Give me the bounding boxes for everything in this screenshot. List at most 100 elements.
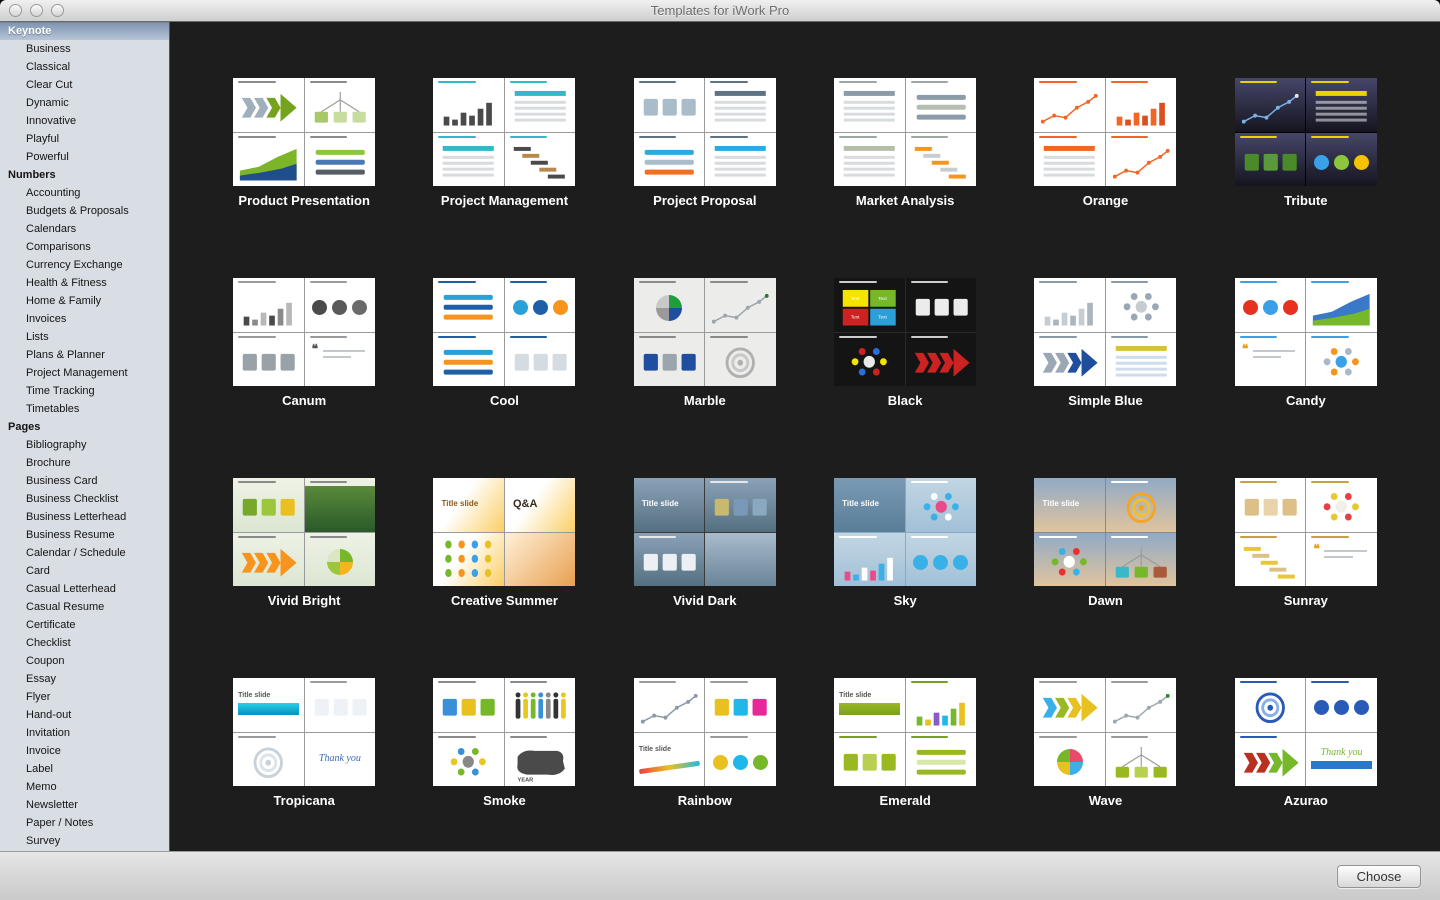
sidebar-item-newsletter[interactable]: Newsletter <box>0 796 169 814</box>
thumbnail-slide <box>1235 678 1306 732</box>
template-card-vivid-bright[interactable]: Vivid Bright <box>233 478 375 678</box>
template-card-orange[interactable]: Orange <box>1034 78 1176 278</box>
template-card-project-management[interactable]: Project Management <box>433 78 575 278</box>
sidebar-item-accounting[interactable]: Accounting <box>0 184 169 202</box>
window-title: Templates for iWork Pro <box>651 3 789 18</box>
thumbnail-slide <box>305 678 376 732</box>
sidebar-item-plans-planner[interactable]: Plans & Planner <box>0 346 169 364</box>
thumbnail-slide <box>705 678 776 732</box>
sidebar-item-business-letterhead[interactable]: Business Letterhead <box>0 508 169 526</box>
template-card-project-proposal[interactable]: Project Proposal <box>634 78 776 278</box>
sidebar-item-currency-exchange[interactable]: Currency Exchange <box>0 256 169 274</box>
sidebar-item-business-resume[interactable]: Business Resume <box>0 526 169 544</box>
sidebar-section-pages[interactable]: Pages <box>0 418 169 436</box>
template-card-candy[interactable]: ❝Candy <box>1235 278 1377 478</box>
sidebar-item-invitation[interactable]: Invitation <box>0 724 169 742</box>
sidebar-item-business-checklist[interactable]: Business Checklist <box>0 490 169 508</box>
template-card-market-analysis[interactable]: Market Analysis <box>834 78 976 278</box>
sidebar-item-brochure[interactable]: Brochure <box>0 454 169 472</box>
sidebar-item-essay[interactable]: Essay <box>0 670 169 688</box>
thumbnail-slide <box>705 133 776 187</box>
sidebar-item-business-card[interactable]: Business Card <box>0 472 169 490</box>
template-name-label: Smoke <box>433 793 575 808</box>
template-card-cool[interactable]: Cool <box>433 278 575 478</box>
sidebar-item-calendar-schedule[interactable]: Calendar / Schedule <box>0 544 169 562</box>
template-card-vivid-dark[interactable]: Title slideVivid Dark <box>634 478 776 678</box>
zoom-button[interactable] <box>51 4 64 17</box>
template-card-emerald[interactable]: Title slideEmerald <box>834 678 976 851</box>
sidebar-item-label[interactable]: Label <box>0 760 169 778</box>
template-chooser-window: Templates for iWork Pro KeynoteBusinessC… <box>0 0 1440 900</box>
thumbnail-slide: Title slide <box>634 733 705 787</box>
sidebar-section-keynote[interactable]: Keynote <box>0 22 169 40</box>
thumbnail-slide <box>433 333 504 387</box>
sidebar-item-bibliography[interactable]: Bibliography <box>0 436 169 454</box>
close-button[interactable] <box>9 4 22 17</box>
thumbnail-slide: Thank you <box>305 733 376 787</box>
thumbnail-slide <box>305 533 376 587</box>
sidebar-item-calendars[interactable]: Calendars <box>0 220 169 238</box>
sidebar-item-flyer[interactable]: Flyer <box>0 688 169 706</box>
sidebar-item-playful[interactable]: Playful <box>0 130 169 148</box>
sidebar-item-home-family[interactable]: Home & Family <box>0 292 169 310</box>
sidebar-item-hand-out[interactable]: Hand-out <box>0 706 169 724</box>
template-card-creative-summer[interactable]: Title slideQ&ACreative Summer <box>433 478 575 678</box>
sidebar-item-survey[interactable]: Survey <box>0 832 169 850</box>
sidebar-item-invoice[interactable]: Invoice <box>0 742 169 760</box>
sidebar-item-timetables[interactable]: Timetables <box>0 400 169 418</box>
sidebar-item-budgets-proposals[interactable]: Budgets & Proposals <box>0 202 169 220</box>
template-card-tropicana[interactable]: Title slideThank youTropicana <box>233 678 375 851</box>
minimize-button[interactable] <box>30 4 43 17</box>
thumbnail-slide <box>1306 78 1377 132</box>
sidebar-item-card[interactable]: Card <box>0 562 169 580</box>
sidebar-item-certificate[interactable]: Certificate <box>0 616 169 634</box>
sidebar-item-business[interactable]: Business <box>0 40 169 58</box>
sidebar-section-numbers[interactable]: Numbers <box>0 166 169 184</box>
thumbnail-slide <box>634 133 705 187</box>
template-card-sky[interactable]: Title slideSky <box>834 478 976 678</box>
template-card-product-presentation[interactable]: Product Presentation <box>233 78 375 278</box>
template-card-azurao[interactable]: Thank youAzurao <box>1235 678 1377 851</box>
sidebar-item-paper-notes[interactable]: Paper / Notes <box>0 814 169 832</box>
thumbnail-slide <box>1034 678 1105 732</box>
template-thumbnail <box>233 78 375 186</box>
choose-button[interactable]: Choose <box>1337 865 1421 888</box>
template-card-canum[interactable]: ❝Canum <box>233 278 375 478</box>
template-name-label: Creative Summer <box>433 593 575 608</box>
sidebar-item-casual-resume[interactable]: Casual Resume <box>0 598 169 616</box>
thumbnail-slide <box>834 78 905 132</box>
template-thumbnail: TextTextTextText <box>834 278 976 386</box>
sidebar-item-health-fitness[interactable]: Health & Fitness <box>0 274 169 292</box>
template-card-marble[interactable]: Marble <box>634 278 776 478</box>
template-name-label: Dawn <box>1034 593 1176 608</box>
template-thumbnail <box>433 78 575 186</box>
template-card-sunray[interactable]: ❝Sunray <box>1235 478 1377 678</box>
thumbnail-slide: Title slide <box>1034 478 1105 532</box>
template-card-black[interactable]: TextTextTextTextBlack <box>834 278 976 478</box>
template-card-simple-blue[interactable]: Simple Blue <box>1034 278 1176 478</box>
sidebar-item-clear-cut[interactable]: Clear Cut <box>0 76 169 94</box>
thumbnail-slide: ❝ <box>1235 333 1306 387</box>
sidebar-item-classical[interactable]: Classical <box>0 58 169 76</box>
sidebar-item-powerful[interactable]: Powerful <box>0 148 169 166</box>
template-card-wave[interactable]: Wave <box>1034 678 1176 851</box>
sidebar-item-coupon[interactable]: Coupon <box>0 652 169 670</box>
template-card-smoke[interactable]: YEARSmoke <box>433 678 575 851</box>
sidebar-item-memo[interactable]: Memo <box>0 778 169 796</box>
sidebar-item-innovative[interactable]: Innovative <box>0 112 169 130</box>
sidebar-item-comparisons[interactable]: Comparisons <box>0 238 169 256</box>
sidebar-item-dynamic[interactable]: Dynamic <box>0 94 169 112</box>
sidebar-item-invoices[interactable]: Invoices <box>0 310 169 328</box>
sidebar-item-casual-letterhead[interactable]: Casual Letterhead <box>0 580 169 598</box>
thumbnail-slide <box>906 478 977 532</box>
sidebar-item-time-tracking[interactable]: Time Tracking <box>0 382 169 400</box>
sidebar-item-lists[interactable]: Lists <box>0 328 169 346</box>
thumbnail-slide <box>634 278 705 332</box>
sidebar-item-checklist[interactable]: Checklist <box>0 634 169 652</box>
svg-text:Text: Text <box>878 315 887 321</box>
template-card-dawn[interactable]: Title slide Dawn <box>1034 478 1176 678</box>
sidebar-item-project-management[interactable]: Project Management <box>0 364 169 382</box>
thumbnail-slide <box>906 678 977 732</box>
template-card-rainbow[interactable]: Title slideRainbow <box>634 678 776 851</box>
template-card-tribute[interactable]: Tribute <box>1235 78 1377 278</box>
